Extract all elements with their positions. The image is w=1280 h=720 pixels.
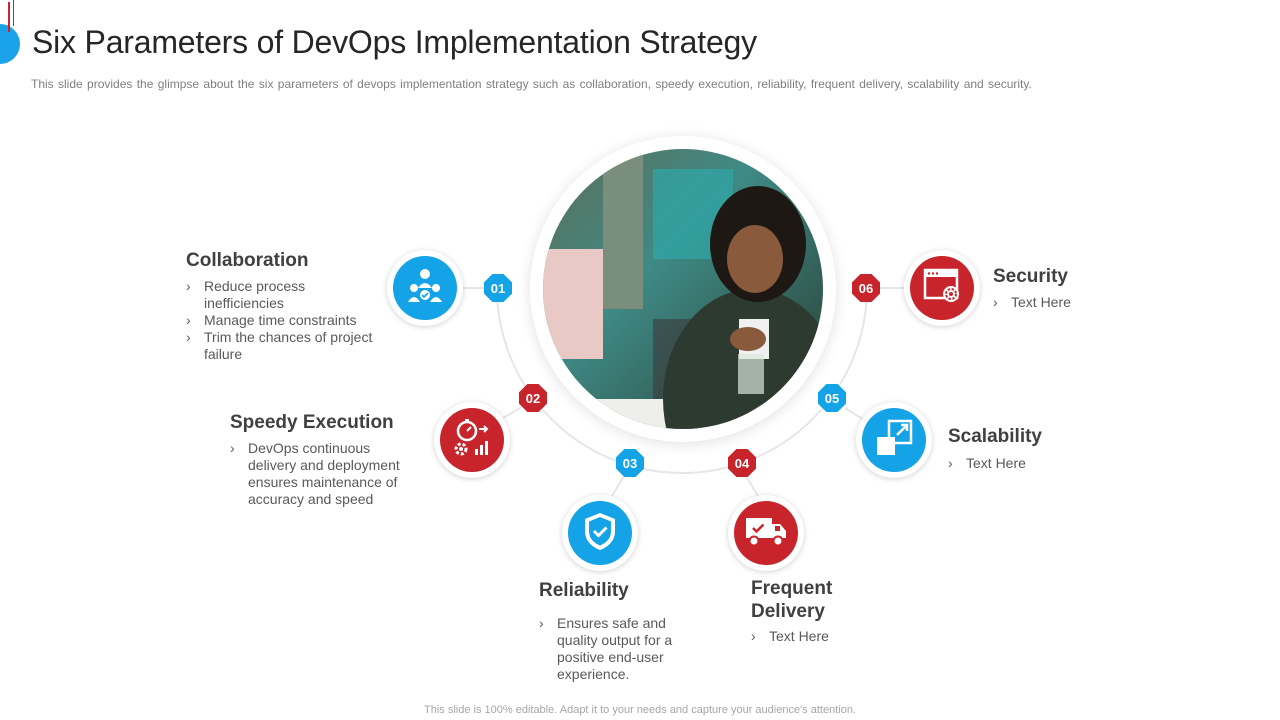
page-subtitle: This slide provides the glimpse about th… <box>31 77 1032 91</box>
list-item: Trim the chances of project failure <box>186 329 386 363</box>
frequent-delivery-icon-circle <box>728 495 804 571</box>
list-item: Text Here <box>751 628 901 645</box>
page-title: Six Parameters of DevOps Implementation … <box>32 24 757 60</box>
scale-expand-icon <box>875 419 913 462</box>
woman-phone-photo <box>543 149 823 429</box>
corner-accent-circle <box>0 24 20 64</box>
list-item: DevOps continuous delivery and deploymen… <box>230 440 410 508</box>
number-badge-06: 06 <box>852 274 880 302</box>
reliability-bullets: Ensures safe and quality output for a po… <box>539 615 689 683</box>
team-icon <box>405 266 445 311</box>
number-badge-05: 05 <box>818 384 846 412</box>
number-badge-03: 03 <box>616 449 644 477</box>
security-bullets: Text Here <box>993 294 1143 311</box>
reliability-icon-circle <box>562 495 638 571</box>
number-badge-04: 04 <box>728 449 756 477</box>
browser-gear-icon <box>922 267 962 310</box>
scalability-bullets: Text Here <box>948 455 1098 472</box>
reliability-heading: Reliability <box>539 580 629 601</box>
list-item: Reduce process inefficiencies <box>186 278 386 312</box>
frequent-delivery-bullets: Text Here <box>751 628 901 645</box>
frequent-delivery-heading: Frequent Delivery <box>751 578 833 622</box>
collaboration-heading: Collaboration <box>186 250 309 271</box>
collaboration-bullets: Reduce process inefficiencies Manage tim… <box>186 278 386 363</box>
list-item: Manage time constraints <box>186 312 386 329</box>
list-item: Ensures safe and quality output for a po… <box>539 615 689 683</box>
scalability-icon-circle <box>856 402 932 478</box>
number-badge-02: 02 <box>519 384 547 412</box>
scalability-heading: Scalability <box>948 426 1042 447</box>
corner-accent-line <box>13 0 14 26</box>
list-item: Text Here <box>948 455 1098 472</box>
speedy-execution-heading: Speedy Execution <box>230 412 394 433</box>
security-heading: Security <box>993 266 1068 287</box>
delivery-truck-icon <box>744 514 788 553</box>
speedy-execution-icon-circle <box>434 402 510 478</box>
security-icon-circle <box>904 250 980 326</box>
list-item: Text Here <box>993 294 1143 311</box>
speed-gears-icon <box>451 417 493 464</box>
shield-check-icon <box>581 511 619 556</box>
footer-note: This slide is 100% editable. Adapt it to… <box>424 704 856 716</box>
collaboration-icon-circle <box>387 250 463 326</box>
speedy-execution-bullets: DevOps continuous delivery and deploymen… <box>230 440 410 508</box>
number-badge-01: 01 <box>484 274 512 302</box>
corner-accent-line <box>8 2 10 32</box>
